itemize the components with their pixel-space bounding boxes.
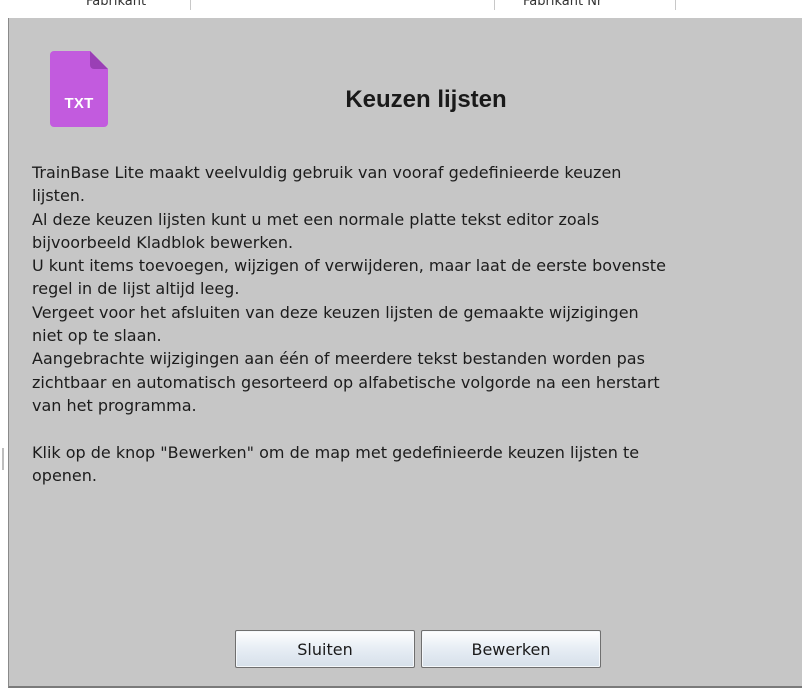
- choice-lists-dialog: TXT Keuzen lijsten TrainBase Lite maakt …: [8, 18, 802, 688]
- message-line: Aangebrachte wijzigingen aan één of meer…: [32, 349, 645, 369]
- message-line: regel in de lijst altijd leeg.: [32, 279, 240, 299]
- message-line: zichtbaar en automatisch gesorteerd op a…: [32, 372, 660, 392]
- message-line: van het programma.: [32, 395, 197, 415]
- close-button[interactable]: Sluiten: [235, 630, 415, 668]
- message-line: niet op te slaan.: [32, 326, 162, 346]
- message-line: Al deze keuzen lijsten kunt u met een no…: [32, 209, 600, 229]
- message-line: Vergeet voor het afsluiten van deze keuz…: [32, 302, 639, 322]
- background-column-header-manufacturer: Fabrikant: [60, 0, 191, 10]
- background-scroll-mark: [2, 448, 4, 470]
- message-line: Klik op de knop "Bewerken" om de map met…: [32, 442, 640, 462]
- message-line: openen.: [32, 465, 97, 485]
- message-blank-line: [32, 417, 792, 440]
- message-line: U kunt items toevoegen, wijzigen of verw…: [32, 256, 666, 276]
- message-line: lijsten.: [32, 186, 86, 206]
- message-line: TrainBase Lite maakt veelvuldig gebruik …: [32, 163, 622, 182]
- dialog-title: Keuzen lijsten: [345, 86, 507, 113]
- message-line: bijvoorbeeld Kladblok bewerken.: [32, 232, 294, 252]
- background-column-header-manufacturer-number: Fabrikant Nr: [494, 0, 676, 10]
- dialog-message: TrainBase Lite maakt veelvuldig gebruik …: [32, 161, 792, 487]
- edit-button[interactable]: Bewerken: [421, 630, 601, 668]
